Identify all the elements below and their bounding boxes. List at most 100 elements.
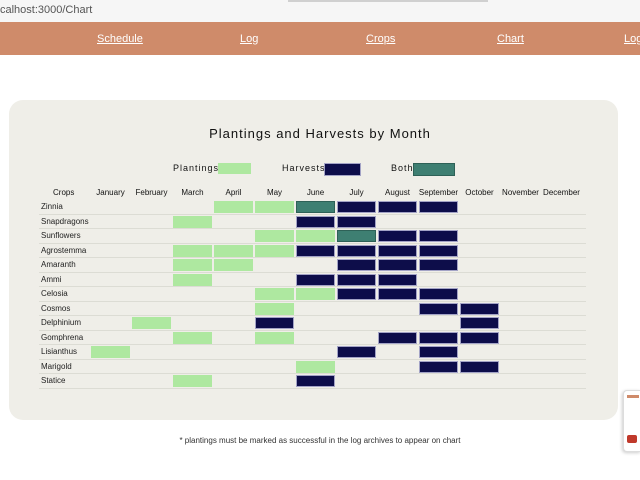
- nav-link-crops[interactable]: Crops: [366, 33, 395, 45]
- cell-sunflowers-may-planting: [255, 230, 294, 242]
- row-divider: [39, 387, 586, 389]
- legend-swatch-both: [413, 163, 455, 176]
- cell-agrostemma-april-planting: [214, 244, 253, 257]
- cell-gomphrena-september-harvest: [419, 331, 458, 344]
- row-divider: [39, 344, 586, 345]
- month-header-february: February: [135, 188, 168, 197]
- row-divider: [39, 228, 586, 229]
- cell-zinnia-july-harvest: [337, 201, 376, 213]
- row-divider: [39, 286, 586, 287]
- cell-delphinium-february-planting: [132, 317, 171, 329]
- month-header-march: March: [181, 188, 204, 197]
- crop-label-agrostemma: Agrostemma: [41, 245, 87, 255]
- crop-label-ammi: Ammi: [41, 274, 62, 284]
- cell-lisianthus-september-harvest: [419, 346, 458, 358]
- cell-agrostemma-september-harvest: [419, 244, 458, 257]
- month-header-november: November: [502, 188, 539, 197]
- cell-cosmos-september-harvest: [419, 302, 458, 315]
- cell-lisianthus-january-planting: [91, 346, 130, 358]
- cell-zinnia-august-harvest: [378, 201, 417, 213]
- tab-strip-divider: [288, 0, 488, 2]
- month-header-may: May: [266, 188, 283, 197]
- cell-amaranth-august-harvest: [378, 259, 417, 271]
- cell-cosmos-may-planting: [255, 302, 294, 315]
- row-divider: [39, 242, 586, 244]
- top-nav-bar: Schedule Log Crops Chart Log: [0, 22, 640, 55]
- cell-delphinium-october-harvest: [460, 317, 499, 329]
- row-divider: [39, 300, 586, 302]
- cell-marigold-october-harvest: [460, 360, 499, 373]
- legend-swatch-harvests: [324, 163, 361, 176]
- month-header-august: August: [385, 188, 410, 197]
- crop-label-delphinium: Delphinium: [41, 318, 82, 327]
- cell-marigold-june-planting: [296, 360, 335, 373]
- month-header-july: July: [349, 188, 364, 197]
- nav-link-log-overflow[interactable]: Log: [624, 33, 640, 45]
- row-divider: [39, 213, 586, 215]
- cell-sunflowers-july-both: [337, 230, 376, 242]
- row-divider: [39, 358, 586, 360]
- cell-gomphrena-august-harvest: [378, 331, 417, 344]
- cell-amaranth-april-planting: [214, 259, 253, 271]
- cell-lisianthus-july-harvest: [337, 346, 376, 358]
- cell-ammi-august-harvest: [378, 273, 417, 286]
- nav-link-chart[interactable]: Chart: [497, 33, 524, 45]
- month-header-september: September: [418, 188, 459, 197]
- chart-footnote: * plantings must be marked as successful…: [179, 436, 461, 445]
- cell-ammi-march-planting: [173, 273, 212, 286]
- month-header-april: April: [225, 188, 242, 197]
- cell-sunflowers-september-harvest: [419, 230, 458, 242]
- nav-link-log[interactable]: Log: [240, 33, 258, 45]
- cell-statice-march-planting: [173, 375, 212, 387]
- crop-label-snapdragons: Snapdragons: [41, 216, 89, 226]
- crop-label-sunflowers: Sunflowers: [41, 231, 81, 240]
- legend-label-harvests: Harvests: [282, 163, 326, 173]
- legend-swatch-plantings: [218, 163, 251, 174]
- cell-zinnia-september-harvest: [419, 201, 458, 213]
- crop-label-celosia: Celosia: [41, 289, 68, 298]
- cell-gomphrena-march-planting: [173, 331, 212, 344]
- thumbnail-image: [627, 435, 637, 443]
- chart-title: Plantings and Harvests by Month: [209, 126, 431, 141]
- cell-amaranth-september-harvest: [419, 259, 458, 271]
- cell-zinnia-june-both: [296, 201, 335, 213]
- cell-celosia-september-harvest: [419, 288, 458, 300]
- cell-sunflowers-june-planting: [296, 230, 335, 242]
- cell-celosia-june-planting: [296, 288, 335, 300]
- cell-gomphrena-october-harvest: [460, 331, 499, 344]
- legend-label-plantings: Plantings: [173, 163, 220, 173]
- nav-link-schedule[interactable]: Schedule: [97, 33, 143, 45]
- row-divider: [39, 257, 586, 258]
- cell-agrostemma-august-harvest: [378, 244, 417, 257]
- crop-label-cosmos: Cosmos: [41, 303, 71, 313]
- crop-label-amaranth: Amaranth: [41, 260, 76, 269]
- cell-agrostemma-march-planting: [173, 244, 212, 257]
- crop-label-lisianthus: Lisianthus: [41, 347, 78, 356]
- month-header-december: December: [543, 188, 580, 197]
- month-header-june: June: [306, 188, 325, 197]
- row-divider: [39, 271, 586, 273]
- cell-cosmos-october-harvest: [460, 302, 499, 315]
- cell-amaranth-july-harvest: [337, 259, 376, 271]
- cell-zinnia-april-planting: [214, 201, 253, 213]
- crop-label-marigold: Marigold: [41, 361, 72, 371]
- cell-ammi-june-harvest: [296, 273, 335, 286]
- cell-ammi-july-harvest: [337, 273, 376, 286]
- side-preview-thumbnail[interactable]: [623, 390, 640, 452]
- row-divider: [39, 373, 586, 374]
- cell-agrostemma-june-harvest: [296, 244, 335, 257]
- cell-delphinium-may-harvest: [255, 317, 294, 329]
- cell-celosia-july-harvest: [337, 288, 376, 300]
- cell-statice-june-harvest: [296, 375, 335, 387]
- cell-marigold-september-harvest: [419, 360, 458, 373]
- browser-address-bar[interactable]: calhost:3000/Chart: [0, 0, 640, 23]
- cell-celosia-may-planting: [255, 288, 294, 300]
- cell-agrostemma-july-harvest: [337, 244, 376, 257]
- legend-label-both: Both: [391, 163, 414, 173]
- url-text[interactable]: calhost:3000/Chart: [0, 4, 92, 16]
- cell-snapdragons-july-harvest: [337, 215, 376, 228]
- row-divider: [39, 315, 586, 316]
- cell-celosia-august-harvest: [378, 288, 417, 300]
- cell-snapdragons-march-planting: [173, 215, 212, 228]
- month-header-october: October: [465, 188, 494, 197]
